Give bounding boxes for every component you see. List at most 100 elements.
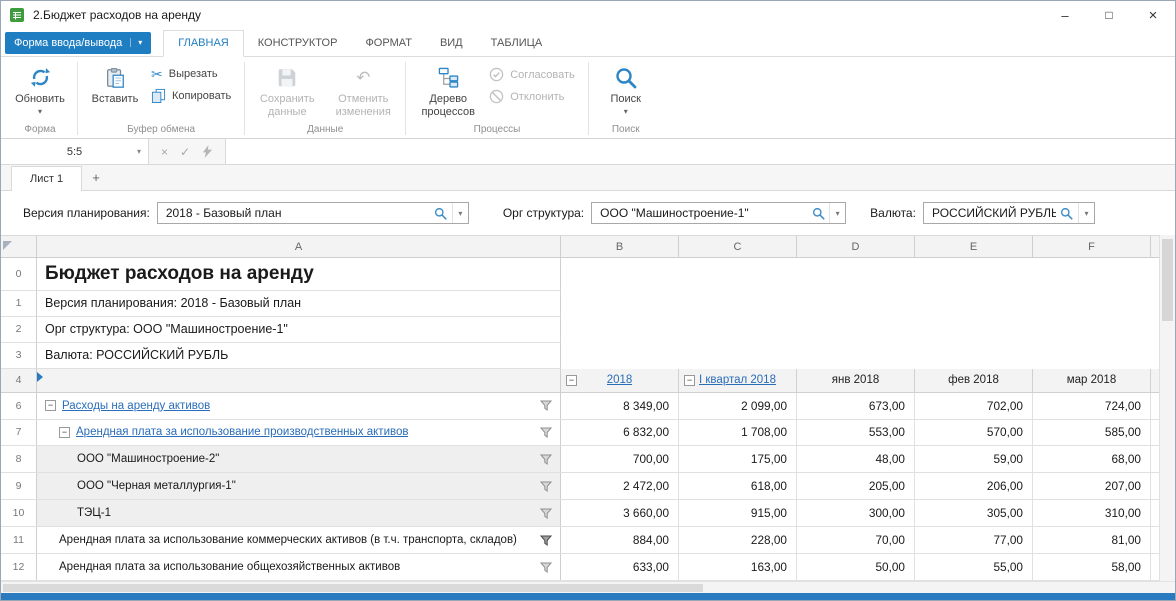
row-header[interactable]: 0 bbox=[1, 258, 37, 291]
value-cell[interactable]: 70,00 bbox=[797, 527, 915, 553]
collapse-icon[interactable]: − bbox=[59, 427, 70, 438]
row-label-cell[interactable]: Арендная плата за использование коммерче… bbox=[37, 527, 561, 553]
value-cell[interactable]: 702,00 bbox=[915, 393, 1033, 419]
value-cell[interactable]: 618,00 bbox=[679, 473, 797, 499]
value-cell[interactable]: 310,00 bbox=[1033, 500, 1151, 526]
row-header[interactable]: 12 bbox=[1, 554, 37, 580]
value-cell[interactable]: 673,00 bbox=[797, 393, 915, 419]
value-cell[interactable]: 6 832,00 bbox=[561, 420, 679, 446]
value-cell[interactable]: 58,00 bbox=[1033, 554, 1151, 580]
info-cell[interactable]: Орг структура: ООО "Машиностроение-1" bbox=[37, 317, 561, 343]
value-cell[interactable]: 205,00 bbox=[797, 473, 915, 499]
reject-button[interactable]: Отклонить bbox=[487, 88, 582, 105]
value-cell[interactable]: 50,00 bbox=[797, 554, 915, 580]
confirm-icon[interactable]: ✓ bbox=[180, 145, 190, 159]
period-header-a-cell[interactable] bbox=[37, 369, 561, 392]
planning-version-combo[interactable]: 2018 - Базовый план ▾ bbox=[157, 202, 469, 224]
search-icon[interactable] bbox=[1056, 207, 1078, 220]
period-cell[interactable]: фев 2018 bbox=[915, 369, 1033, 392]
select-all-corner[interactable] bbox=[1, 236, 37, 257]
column-header-f[interactable]: F bbox=[1033, 236, 1151, 257]
refresh-button[interactable]: Обновить ▾ bbox=[8, 61, 72, 123]
value-cell[interactable]: 305,00 bbox=[915, 500, 1033, 526]
tab-konstruktor[interactable]: КОНСТРУКТОР bbox=[244, 30, 352, 56]
period-link[interactable]: 2018 bbox=[607, 374, 633, 386]
value-cell[interactable]: 570,00 bbox=[915, 420, 1033, 446]
info-cell[interactable]: Валюта: РОССИЙСКИЙ РУБЛЬ bbox=[37, 343, 561, 369]
cut-button[interactable]: ✂ Вырезать bbox=[149, 66, 239, 82]
period-cell[interactable]: мар 2018 bbox=[1033, 369, 1151, 392]
value-cell[interactable]: 585,00 bbox=[1033, 420, 1151, 446]
cell-reference-box[interactable]: 5:5 ▾ bbox=[1, 139, 149, 164]
copy-button[interactable]: Копировать bbox=[149, 87, 239, 104]
report-title-cell[interactable]: Бюджет расходов на аренду bbox=[37, 258, 561, 291]
column-header-d[interactable]: D bbox=[797, 236, 915, 257]
filter-icon[interactable] bbox=[540, 454, 552, 465]
column-header-e[interactable]: E bbox=[915, 236, 1033, 257]
value-cell[interactable]: 2 472,00 bbox=[561, 473, 679, 499]
filter-icon[interactable] bbox=[540, 400, 552, 411]
undo-changes-button[interactable]: ↶ Отменить изменения bbox=[326, 61, 400, 123]
minimize-button[interactable]: – bbox=[1043, 1, 1087, 29]
horizontal-scrollbar[interactable] bbox=[1, 581, 1175, 593]
column-header-a[interactable]: A bbox=[37, 236, 561, 257]
row-label-cell[interactable]: − Расходы на аренду активов bbox=[37, 393, 561, 419]
value-cell[interactable]: 81,00 bbox=[1033, 527, 1151, 553]
filter-icon[interactable] bbox=[540, 535, 552, 546]
row-header[interactable]: 1 bbox=[1, 291, 37, 317]
period-cell[interactable]: − 2018 bbox=[561, 369, 679, 392]
row-label-link[interactable]: Арендная плата за использование производ… bbox=[76, 426, 408, 438]
value-cell[interactable]: 163,00 bbox=[679, 554, 797, 580]
value-cell[interactable]: 724,00 bbox=[1033, 393, 1151, 419]
maximize-button[interactable]: □ bbox=[1087, 1, 1131, 29]
value-cell[interactable]: 48,00 bbox=[797, 446, 915, 472]
value-cell[interactable]: 553,00 bbox=[797, 420, 915, 446]
row-header[interactable]: 6 bbox=[1, 393, 37, 419]
column-header-b[interactable]: B bbox=[561, 236, 679, 257]
value-cell[interactable]: 3 660,00 bbox=[561, 500, 679, 526]
vertical-scrollbar[interactable] bbox=[1159, 235, 1175, 581]
info-cell[interactable]: Версия планирования: 2018 - Базовый план bbox=[37, 291, 561, 317]
value-cell[interactable]: 633,00 bbox=[561, 554, 679, 580]
column-header-c[interactable]: C bbox=[679, 236, 797, 257]
value-cell[interactable]: 59,00 bbox=[915, 446, 1033, 472]
row-header[interactable]: 11 bbox=[1, 527, 37, 553]
tab-format[interactable]: ФОРМАТ bbox=[351, 30, 426, 56]
row-header[interactable]: 2 bbox=[1, 317, 37, 343]
row-header[interactable]: 7 bbox=[1, 420, 37, 446]
value-cell[interactable]: 228,00 bbox=[679, 527, 797, 553]
value-cell[interactable]: 175,00 bbox=[679, 446, 797, 472]
value-cell[interactable]: 915,00 bbox=[679, 500, 797, 526]
approve-button[interactable]: Согласовать bbox=[487, 66, 582, 83]
org-structure-combo[interactable]: ООО "Машиностроение-1" ▾ bbox=[591, 202, 846, 224]
row-label-cell[interactable]: ООО "Черная металлургия-1" bbox=[37, 473, 561, 499]
collapse-icon[interactable]: − bbox=[684, 375, 695, 386]
process-tree-button[interactable]: Дерево процессов bbox=[411, 61, 485, 123]
search-icon[interactable] bbox=[807, 207, 829, 220]
value-cell[interactable]: 700,00 bbox=[561, 446, 679, 472]
value-cell[interactable]: 2 099,00 bbox=[679, 393, 797, 419]
row-label-cell[interactable]: − Арендная плата за использование произв… bbox=[37, 420, 561, 446]
row-label-cell[interactable]: ТЭЦ-1 bbox=[37, 500, 561, 526]
row-header[interactable]: 8 bbox=[1, 446, 37, 472]
period-cell[interactable]: янв 2018 bbox=[797, 369, 915, 392]
collapse-icon[interactable]: − bbox=[566, 375, 577, 386]
formula-input[interactable] bbox=[226, 139, 1175, 164]
chevron-down-icon[interactable]: ▾ bbox=[452, 203, 468, 223]
value-cell[interactable]: 77,00 bbox=[915, 527, 1033, 553]
filter-icon[interactable] bbox=[540, 562, 552, 573]
row-label-link[interactable]: Расходы на аренду активов bbox=[62, 400, 210, 412]
row-header[interactable]: 4 bbox=[1, 369, 37, 392]
collapse-icon[interactable]: − bbox=[45, 400, 56, 411]
chevron-down-icon[interactable]: ▾ bbox=[1078, 203, 1094, 223]
value-cell[interactable]: 8 349,00 bbox=[561, 393, 679, 419]
value-cell[interactable]: 1 708,00 bbox=[679, 420, 797, 446]
close-button[interactable]: × bbox=[1131, 1, 1175, 29]
search-button[interactable]: Поиск ▾ bbox=[594, 61, 658, 123]
tab-glavnaya[interactable]: ГЛАВНАЯ bbox=[163, 30, 243, 57]
tab-vid[interactable]: ВИД bbox=[426, 30, 477, 56]
sheet-tab-list1[interactable]: Лист 1 bbox=[11, 166, 82, 191]
add-sheet-button[interactable]: + bbox=[82, 165, 110, 190]
save-data-button[interactable]: Сохранить данные bbox=[250, 61, 324, 123]
row-header[interactable]: 3 bbox=[1, 343, 37, 369]
